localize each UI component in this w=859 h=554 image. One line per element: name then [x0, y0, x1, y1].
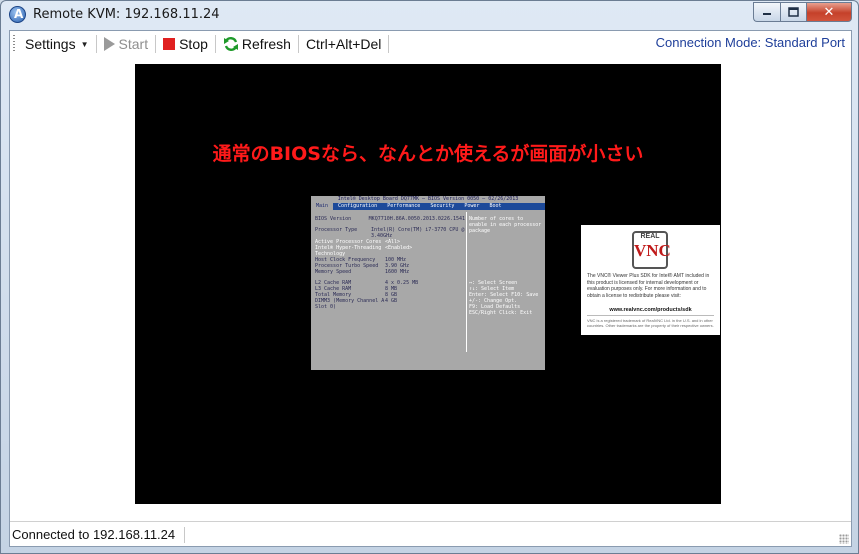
app-icon-glyph: A [14, 7, 24, 21]
remote-view-area: 通常のBIOSなら、なんとか使えるが画面が小さい Intel® Desktop … [10, 57, 851, 518]
bios-tab-performance[interactable]: Performance [382, 203, 425, 210]
bios-setup-screen[interactable]: Intel® Desktop Board DQ77MK — BIOS Versi… [311, 196, 545, 370]
bios-row-key: DIMM3 (Memory Channel A Slot 0) [315, 298, 385, 310]
bios-row-key: BIOS Version [315, 216, 352, 222]
close-icon: ✕ [823, 4, 835, 20]
bios-row-value: Intel(R) Core(TM) i7-3770 CPU @ 3.40GHz [371, 227, 465, 239]
toolbar: Settings ▼ Start Stop Refresh Ctrl+Alt+D… [10, 31, 851, 57]
toolbar-separator [95, 35, 97, 53]
ctrl-alt-del-label: Ctrl+Alt+Del [305, 36, 382, 52]
caption-buttons: ✕ [753, 2, 852, 22]
refresh-button[interactable]: Refresh [219, 33, 295, 55]
toolbar-grip-icon[interactable] [13, 35, 15, 53]
bios-help-panel: Number of cores to enable in each proces… [469, 216, 543, 316]
toolbar-separator [297, 35, 299, 53]
close-button[interactable]: ✕ [806, 2, 852, 22]
minimize-icon [763, 13, 771, 15]
bios-row-value: <Enabled> [385, 245, 413, 251]
chevron-down-icon: ▼ [80, 39, 89, 49]
bios-tab-security[interactable]: Security [425, 203, 459, 210]
bios-tabs: Main Configuration Performance Security … [311, 203, 545, 210]
refresh-icon [223, 37, 238, 51]
bios-row-key: Intel® Hyper-Threading Technology [315, 245, 382, 257]
realvnc-logo-top: REAL [640, 233, 660, 240]
bios-help-text: Number of cores to enable in each proces… [469, 216, 542, 234]
minimize-button[interactable] [753, 2, 780, 22]
status-separator [184, 527, 185, 543]
bios-row-value: 4 GB [385, 298, 398, 304]
bios-header: Intel® Desktop Board DQ77MK — BIOS Versi… [311, 196, 545, 203]
app-icon[interactable]: A [9, 6, 26, 23]
window-title: Remote KVM: 192.168.11.24 [33, 7, 220, 22]
bios-tab-main[interactable]: Main [311, 203, 334, 210]
play-icon [103, 37, 115, 51]
bios-body: BIOS Version MKQ7710H.86A.0050.2013.0226.… [311, 210, 545, 370]
vnc-divider [587, 315, 714, 316]
stop-label: Stop [179, 36, 208, 52]
bios-tab-boot[interactable]: Boot [484, 203, 506, 210]
bios-row: Processor Type Intel(R) Core(TM) i7-3770 … [315, 227, 465, 239]
status-text: Connected to 192.168.11.24 [12, 527, 176, 542]
settings-label: Settings [25, 36, 76, 52]
bios-row-key: Memory Speed [315, 269, 352, 275]
toolbar-separator [388, 35, 390, 53]
connection-mode-label: Connection Mode: Standard Port [655, 35, 845, 50]
realvnc-logo: REAL VNC [632, 231, 671, 269]
status-bar: Connected to 192.168.11.24 [10, 521, 851, 546]
bios-row-key: Processor Type [315, 227, 358, 233]
vnc-notice: REAL VNC The VNC® Viewer Plus SDK for In… [581, 225, 720, 335]
toolbar-separator [155, 35, 157, 53]
start-label: Start [118, 36, 149, 52]
stop-icon [163, 38, 176, 50]
bios-row[interactable]: Intel® Hyper-Threading Technology <Enable… [315, 245, 465, 257]
bios-row-value: 1600 MHz [385, 269, 410, 275]
bios-row-value: MKQ7710H.86A.0050.2013.0226.1541 [368, 216, 465, 222]
bios-settings-list: BIOS Version MKQ7710H.86A.0050.2013.0226.… [315, 216, 465, 310]
remote-screen[interactable]: 通常のBIOSなら、なんとか使えるが画面が小さい Intel® Desktop … [135, 64, 721, 504]
start-button[interactable]: Start [100, 33, 153, 55]
bios-key-hint: ESC/Right Click: Exit [469, 310, 533, 316]
client-area: Settings ▼ Start Stop Refresh Ctrl+Alt+D… [9, 30, 852, 547]
app-window: A Remote KVM: 192.168.11.24 ✕ Settings ▼ [0, 0, 859, 554]
realvnc-logo-main: VNC [634, 241, 671, 260]
vnc-url: www.realvnc.com/products/sdk [609, 307, 692, 313]
settings-dropdown[interactable]: Settings ▼ [21, 33, 93, 55]
bios-row: BIOS Version MKQ7710H.86A.0050.2013.0226.… [315, 216, 465, 222]
title-bar[interactable]: A Remote KVM: 192.168.11.24 ✕ [1, 1, 858, 29]
toolbar-separator [214, 35, 216, 53]
bios-row: DIMM3 (Memory Channel A Slot 0) 4 GB [315, 298, 465, 310]
maximize-button[interactable] [780, 2, 806, 22]
bios-tab-power[interactable]: Power [459, 203, 484, 210]
overlay-caption: 通常のBIOSなら、なんとか使えるが画面が小さい [212, 143, 644, 165]
maximize-icon [788, 7, 799, 17]
stop-button[interactable]: Stop [159, 33, 212, 55]
vnc-notice-text: The VNC® Viewer Plus SDK for Intel® AMT … [587, 273, 710, 299]
ctrl-alt-del-button[interactable]: Ctrl+Alt+Del [302, 33, 385, 55]
refresh-label: Refresh [241, 36, 291, 52]
vnc-fine-print: VNC is a registered trademark of RealVNC… [587, 318, 714, 328]
bios-divider [466, 212, 467, 352]
resize-grip-icon[interactable] [839, 534, 849, 544]
bios-tab-configuration[interactable]: Configuration [333, 203, 382, 210]
